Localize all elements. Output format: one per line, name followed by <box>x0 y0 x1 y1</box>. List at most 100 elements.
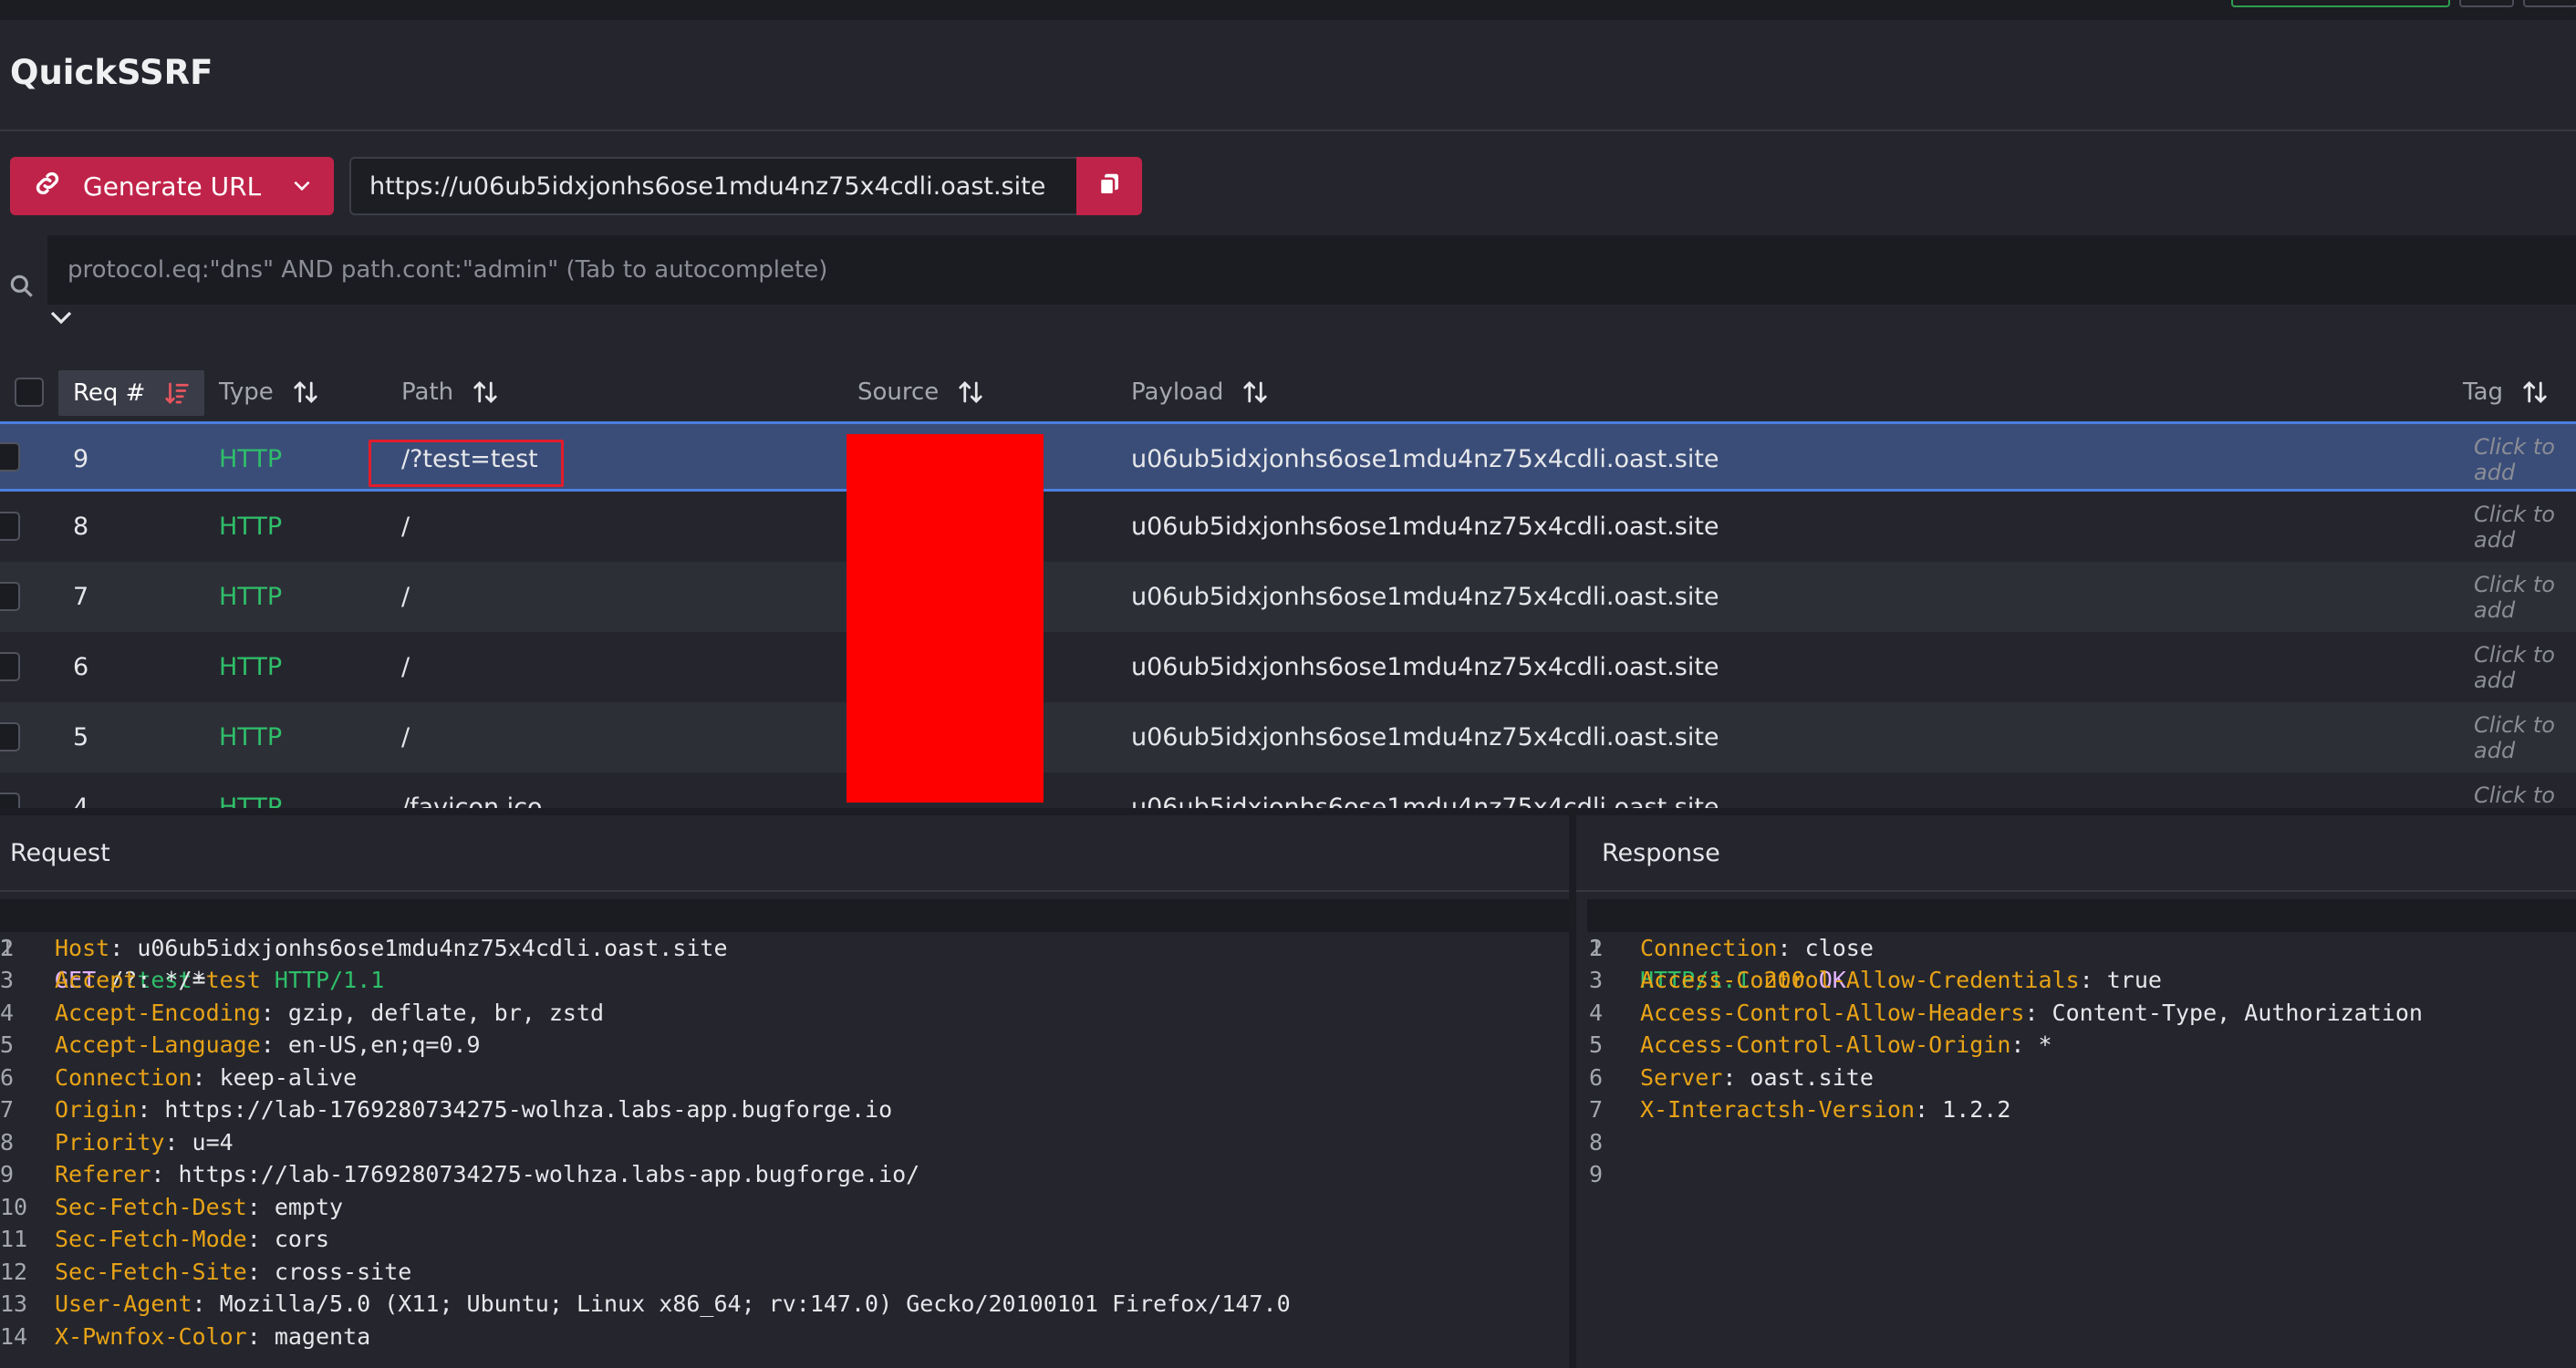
line-number: 3 <box>0 967 15 993</box>
pane-separator <box>1576 890 2576 892</box>
request-path: / <box>401 723 410 751</box>
row-checkbox[interactable] <box>0 582 20 611</box>
row-checkbox[interactable] <box>0 512 20 541</box>
header-key: X-Pwnfox-Color <box>55 1322 247 1350</box>
generate-url-button[interactable]: Generate URL <box>10 157 334 215</box>
line-number: 13 <box>0 1290 28 1317</box>
code-line: 3 Access-Control-Allow-Credentials: true <box>1587 964 2576 997</box>
header-value: oast.site <box>1750 1063 1874 1091</box>
row-checkbox[interactable] <box>0 793 20 808</box>
generated-url-field[interactable] <box>349 157 1077 215</box>
sort-icon[interactable] <box>472 378 499 406</box>
req-number: 6 <box>73 653 89 681</box>
header-key: Sec-Fetch-Dest <box>55 1193 247 1220</box>
table-row[interactable]: 4 HTTP /favicon.ico u06ub5idxjonhs6ose1m… <box>0 772 2576 808</box>
line-number: 2 <box>0 934 15 961</box>
code-line: 4 Access-Control-Allow-Headers: Content-T… <box>1587 997 2576 1030</box>
header-value: */* <box>164 967 206 993</box>
tag-cell[interactable]: Click to add <box>2474 772 2576 809</box>
column-label: Tag <box>2463 378 2504 406</box>
line-number: 7 <box>0 1096 15 1123</box>
code-line: 4 Accept-Encoding: gzip, deflate, br, zst… <box>0 997 1569 1030</box>
sort-icon[interactable] <box>957 378 984 406</box>
column-header-req[interactable]: Req # <box>58 370 204 416</box>
vertical-splitter[interactable] <box>1569 815 1576 1368</box>
code-line: 8 <box>1587 1126 2576 1159</box>
top-bar-button[interactable] <box>2459 0 2514 7</box>
copy-url-button[interactable] <box>1076 157 1142 215</box>
line-number: 11 <box>0 1226 28 1252</box>
header-value: 1.2.2 <box>1942 1096 2011 1123</box>
tag-cell[interactable]: Click to add <box>2474 424 2576 494</box>
chevron-down-icon[interactable] <box>47 308 75 330</box>
sort-descending-icon[interactable] <box>163 379 191 407</box>
sort-icon[interactable] <box>1241 378 1269 406</box>
code-line: 2 Connection: close <box>1587 932 2576 965</box>
row-checkbox[interactable] <box>0 652 20 681</box>
header-value: Content-Type, Authorization <box>2051 999 2423 1026</box>
column-header-payload[interactable]: Payload <box>1131 363 1269 421</box>
table-row[interactable]: 7 HTTP / u06ub5idxjonhs6ose1mdu4nz75x4cd… <box>0 562 2576 632</box>
sort-icon[interactable] <box>292 378 319 406</box>
chevron-down-icon[interactable] <box>290 173 314 203</box>
code-line: 7 X-Interactsh-Version: 1.2.2 <box>1587 1093 2576 1126</box>
column-header-type[interactable]: Type <box>219 363 319 421</box>
request-type: HTTP <box>219 653 283 681</box>
code-line: 5 Accept-Language: en-US,en;q=0.9 <box>0 1029 1569 1062</box>
header-key: Access-Control-Allow-Origin <box>1640 1031 2011 1058</box>
line-number: 10 <box>0 1193 28 1220</box>
tag-cell[interactable]: Click to add <box>2474 702 2576 772</box>
row-checkbox[interactable] <box>0 722 20 751</box>
top-bar-button[interactable] <box>2231 0 2450 7</box>
table-row[interactable]: 6 HTTP / u06ub5idxjonhs6ose1mdu4nz75x4cd… <box>0 632 2576 702</box>
line-number: 5 <box>0 1031 15 1058</box>
header-value: empty <box>274 1193 344 1220</box>
line-number: 6 <box>1589 1063 1604 1091</box>
request-type: HTTP <box>219 513 283 541</box>
tag-cell[interactable]: Click to add <box>2474 632 2576 702</box>
header-key: Referer <box>55 1161 151 1187</box>
top-bar-button[interactable] <box>2523 0 2576 7</box>
header-value: en-US,en;q=0.9 <box>287 1031 481 1058</box>
select-all-checkbox[interactable] <box>15 378 44 407</box>
request-type: HTTP <box>219 723 283 751</box>
table-row[interactable]: 8 HTTP / u06ub5idxjonhs6ose1mdu4nz75x4cd… <box>0 492 2576 562</box>
tag-cell[interactable]: Click to add <box>2474 492 2576 562</box>
header-value: true <box>2106 967 2162 993</box>
row-checkbox[interactable] <box>0 442 20 472</box>
code-line: 1 HTTP/1.1 200 OK <box>1587 899 2576 993</box>
code-line: 5 Access-Control-Allow-Origin: * <box>1587 1029 2576 1062</box>
header-key: User-Agent <box>55 1290 192 1317</box>
table-row-clip: 4 HTTP /favicon.ico u06ub5idxjonhs6ose1m… <box>0 772 2576 808</box>
request-editor[interactable]: 1 GET /?test=test HTTP/1.1 2 Host: u06ub5… <box>0 899 1569 1352</box>
request-path: /favicon.ico <box>401 793 543 808</box>
filter-query-input[interactable] <box>47 235 2576 305</box>
copy-icon <box>1096 171 1123 202</box>
line-number: 7 <box>1589 1096 1604 1123</box>
req-number: 9 <box>73 445 89 473</box>
request-payload: u06ub5idxjonhs6ose1mdu4nz75x4cdli.oast.s… <box>1131 513 1719 541</box>
request-path: / <box>401 583 410 611</box>
header-value: https://lab-1769280734275-wolhza.labs-ap… <box>164 1096 893 1123</box>
page-title: QuickSSRF <box>10 53 213 92</box>
response-editor[interactable]: 1 HTTP/1.1 200 OK 2 Connection: close 3 Ac… <box>1587 899 2576 1191</box>
table-header: Req # Type Path Source Payload Tag <box>0 363 2576 423</box>
code-line: 6 Server: oast.site <box>1587 1062 2576 1094</box>
line-number: 12 <box>0 1258 28 1285</box>
tag-cell[interactable]: Click to add <box>2474 562 2576 632</box>
code-line: 2 Host: u06ub5idxjonhs6ose1mdu4nz75x4cdli… <box>0 932 1569 965</box>
header-value: keep-alive <box>219 1063 358 1091</box>
request-type: HTTP <box>219 583 283 611</box>
column-header-source[interactable]: Source <box>857 363 984 421</box>
code-line: 9 <box>1587 1158 2576 1191</box>
column-header-tag[interactable]: Tag <box>2463 363 2549 421</box>
response-pane-title: Response <box>1602 838 1720 867</box>
sort-icon[interactable] <box>2521 378 2549 406</box>
pane-divider[interactable] <box>0 808 2576 815</box>
column-header-path[interactable]: Path <box>401 363 499 421</box>
generate-url-label: Generate URL <box>83 171 262 202</box>
request-payload: u06ub5idxjonhs6ose1mdu4nz75x4cdli.oast.s… <box>1131 723 1719 751</box>
search-icon <box>7 272 36 305</box>
header-key: X-Interactsh-Version <box>1640 1096 1916 1123</box>
table-row[interactable]: 5 HTTP / u06ub5idxjonhs6ose1mdu4nz75x4cd… <box>0 702 2576 772</box>
